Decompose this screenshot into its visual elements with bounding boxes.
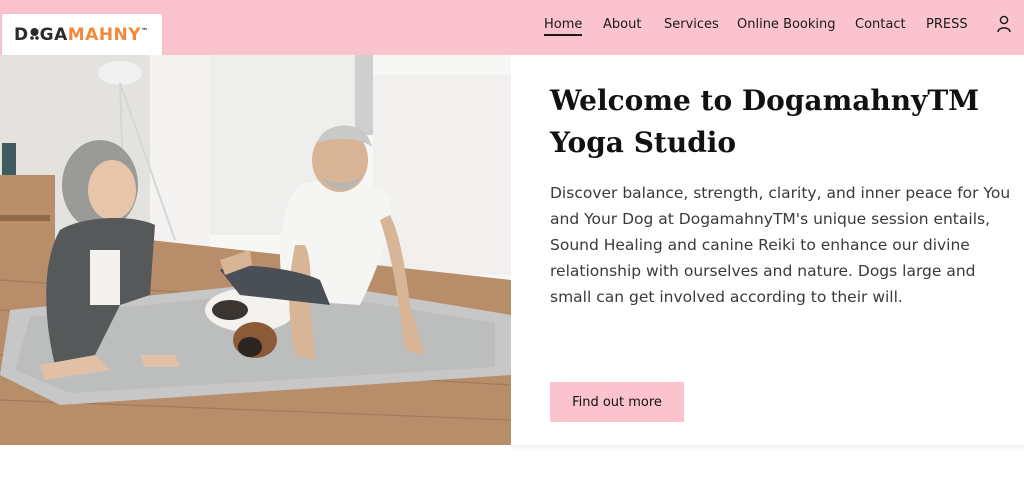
nav-home[interactable]: Home	[544, 17, 583, 36]
nav-press[interactable]: PRESS	[926, 17, 968, 32]
site-logo[interactable]: D GAMAHNY™	[2, 14, 162, 59]
hero-title: Welcome to DogamahnyTM Yoga Studio	[550, 84, 980, 159]
find-out-more-button[interactable]: Find out more	[550, 382, 684, 422]
hero-image	[0, 55, 511, 445]
nav-contact[interactable]: Contact	[855, 17, 906, 32]
section-divider	[511, 445, 1024, 451]
nav-services[interactable]: Services	[664, 17, 719, 32]
dog-paw-icon	[29, 26, 40, 40]
nav-about[interactable]: About	[603, 17, 641, 32]
nav-online-booking[interactable]: Online Booking	[737, 17, 836, 32]
user-icon[interactable]	[996, 15, 1012, 33]
logo-wordmark: D GAMAHNY™	[14, 25, 149, 45]
hero-description: Discover balance, strength, clarity, and…	[550, 184, 1011, 306]
site-header: D GAMAHNY™ Home About Services Online Boo…	[0, 0, 1024, 59]
next-section	[0, 445, 1024, 501]
